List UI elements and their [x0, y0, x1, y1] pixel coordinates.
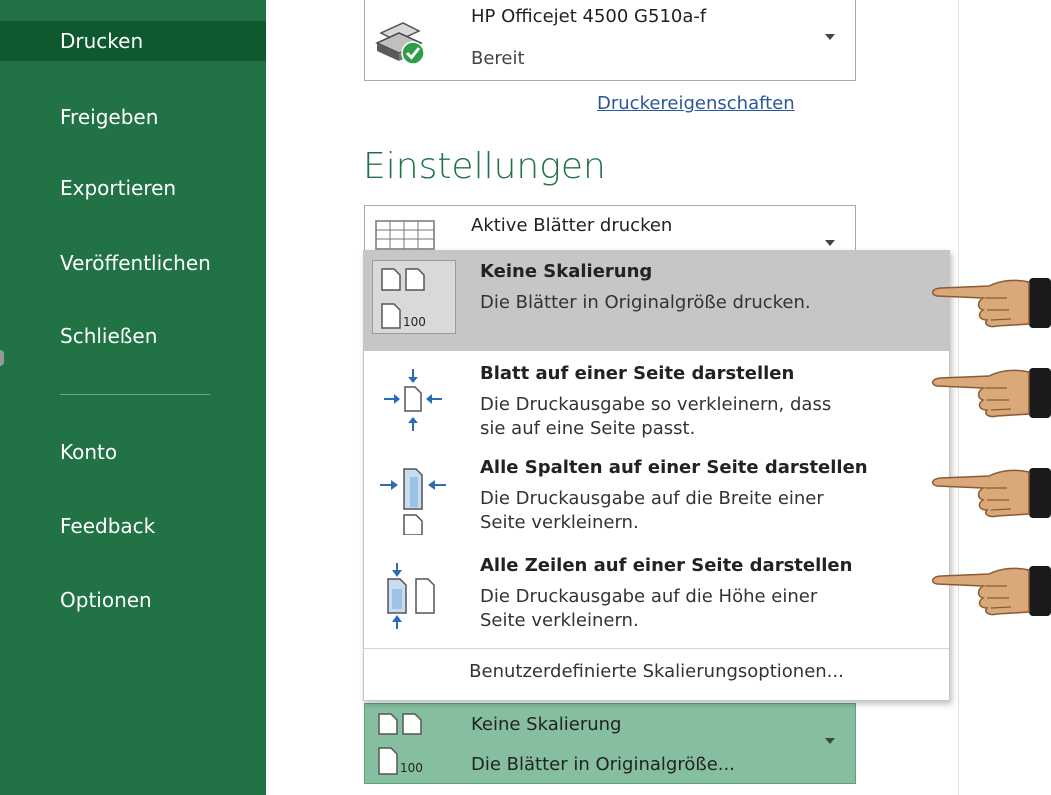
sheet-grid-icon: [375, 220, 435, 250]
print-backstage: Drucken Freigeben Exportieren Veröffentl…: [0, 0, 1051, 795]
option-title: Alle Zeilen auf einer Seite darstellen: [480, 555, 853, 576]
backstage-sidebar: Drucken Freigeben Exportieren Veröffentl…: [0, 0, 266, 795]
nav-item-optionen[interactable]: Optionen: [0, 580, 266, 620]
nav-item-freigeben[interactable]: Freigeben: [0, 97, 266, 137]
option-description: Die Druckausgabe auf die Breite einer: [480, 488, 824, 509]
chevron-down-icon: [825, 738, 835, 744]
fit-rows-icon: [380, 561, 450, 631]
scaling-option-fit-sheet[interactable]: Blatt auf einer Seite darstellen Die Dru…: [364, 355, 949, 449]
menu-divider: [364, 648, 949, 649]
scaling-selector-title: Keine Skalierung: [471, 714, 622, 735]
printer-properties-link[interactable]: Druckereigenschaften: [597, 93, 795, 114]
option-description: Seite verkleinern.: [480, 512, 639, 533]
option-description: Die Druckausgabe auf die Höhe einer: [480, 586, 818, 607]
pointing-hand-icon: [911, 462, 1051, 522]
printer-selector[interactable]: HP Officejet 4500 G510a-f Bereit: [364, 0, 856, 81]
fit-sheet-icon: [378, 365, 448, 435]
no-scaling-icon: 100: [377, 712, 437, 778]
nav-item-exportieren[interactable]: Exportieren: [0, 168, 266, 208]
sidebar-resize-handle: [0, 350, 4, 366]
print-what-selector[interactable]: Aktive Blätter drucken: [364, 205, 856, 255]
no-scaling-icon: 100: [372, 260, 456, 334]
printer-status: Bereit: [471, 48, 525, 69]
chevron-down-icon: [825, 240, 835, 246]
scaling-selector[interactable]: 100 Keine Skalierung Die Blätter in Orig…: [364, 703, 856, 784]
option-title: Alle Spalten auf einer Seite darstellen: [480, 457, 868, 478]
nav-item-drucken[interactable]: Drucken: [0, 21, 266, 61]
pointing-hand-icon: [911, 272, 1051, 332]
scaling-option-fit-columns[interactable]: Alle Spalten auf einer Seite darstellen …: [364, 449, 949, 545]
option-description: sie auf eine Seite passt.: [480, 418, 696, 439]
scale-percent: 100: [400, 761, 423, 775]
nav-divider: [60, 394, 210, 395]
option-description: Die Blätter in Originalgröße drucken.: [480, 292, 811, 313]
option-description: Seite verkleinern.: [480, 610, 639, 631]
chevron-down-icon: [825, 34, 835, 40]
fit-columns-icon: [378, 461, 448, 536]
scaling-selector-desc: Die Blätter in Originalgröße...: [471, 754, 735, 775]
printer-name: HP Officejet 4500 G510a-f: [471, 6, 707, 27]
nav-item-konto[interactable]: Konto: [0, 432, 266, 472]
pointing-hand-icon: [911, 362, 1051, 422]
printer-ready-icon: [371, 17, 431, 69]
custom-scaling-options[interactable]: Benutzerdefinierte Skalierungsoptionen..…: [364, 661, 949, 682]
scaling-option-no-scaling[interactable]: 100 Keine Skalierung Die Blätter in Orig…: [364, 251, 949, 351]
scaling-dropdown-menu: 100 Keine Skalierung Die Blätter in Orig…: [363, 250, 950, 701]
scale-percent: 100: [403, 315, 426, 329]
pointing-hand-icon: [911, 560, 1051, 620]
option-title: Blatt auf einer Seite darstellen: [480, 363, 795, 384]
nav-item-schliessen[interactable]: Schließen: [0, 316, 266, 356]
option-title: Keine Skalierung: [480, 261, 653, 282]
option-description: Die Druckausgabe so verkleinern, dass: [480, 394, 832, 415]
section-title: Einstellungen: [363, 146, 606, 187]
nav-item-feedback[interactable]: Feedback: [0, 506, 266, 546]
print-what-label: Aktive Blätter drucken: [471, 215, 673, 236]
scaling-option-fit-rows[interactable]: Alle Zeilen auf einer Seite darstellen D…: [364, 547, 949, 643]
nav-item-veroeffentlichen[interactable]: Veröffentlichen: [0, 243, 266, 283]
